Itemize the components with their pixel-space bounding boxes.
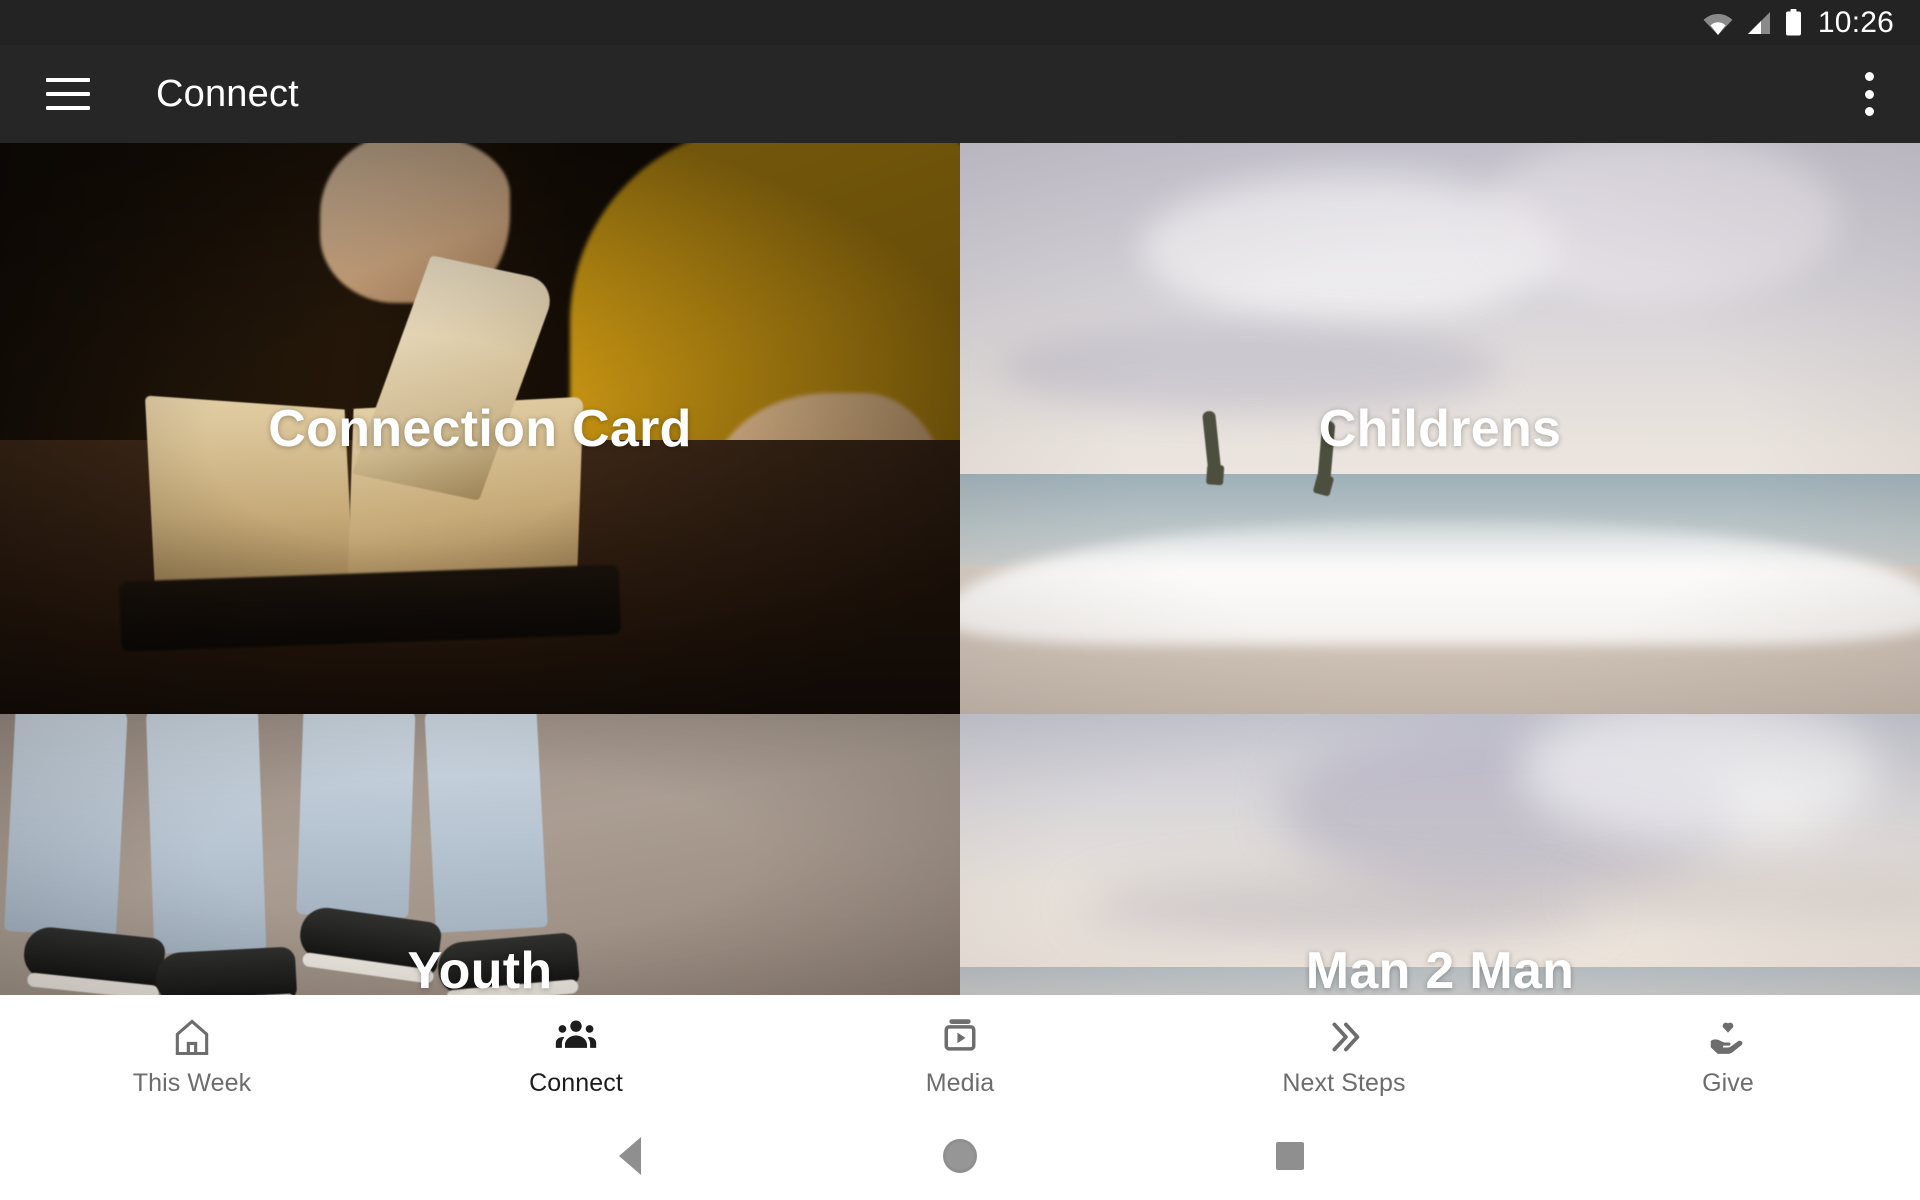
app-bar: Connect bbox=[0, 45, 1920, 143]
tab-connect[interactable]: Connect bbox=[384, 995, 768, 1098]
tab-give[interactable]: Give bbox=[1536, 995, 1920, 1098]
android-system-navigation-bar bbox=[0, 1112, 1920, 1200]
tab-label: Next Steps bbox=[1282, 1069, 1406, 1097]
video-player-icon bbox=[938, 1013, 982, 1061]
people-group-icon bbox=[554, 1013, 598, 1061]
tile-man-2-man[interactable]: Man 2 Man bbox=[960, 714, 1920, 995]
tab-label: Give bbox=[1702, 1069, 1754, 1097]
hamburger-menu-icon[interactable] bbox=[46, 78, 90, 110]
tile-connection-card[interactable]: Connection Card bbox=[0, 143, 960, 714]
status-icon-group bbox=[1703, 9, 1802, 36]
tile-label: Childrens bbox=[1318, 399, 1562, 458]
app-screen: 10:26 Connect Connection Card Childrens … bbox=[0, 0, 1920, 1200]
tab-label: Connect bbox=[529, 1069, 623, 1097]
recents-square-icon bbox=[1276, 1142, 1304, 1170]
wifi-icon bbox=[1703, 13, 1733, 35]
overflow-dot-3 bbox=[1864, 107, 1874, 116]
cell-signal-icon bbox=[1747, 11, 1770, 34]
tile-childrens[interactable]: Childrens bbox=[960, 143, 1920, 714]
hamburger-bar-2 bbox=[46, 92, 90, 96]
hand-holding-heart-icon bbox=[1706, 1013, 1750, 1061]
tab-label: Media bbox=[925, 1069, 995, 1097]
system-recents-button[interactable] bbox=[1125, 1142, 1455, 1170]
hamburger-bar-1 bbox=[46, 78, 90, 82]
battery-icon bbox=[1785, 9, 1801, 36]
tile-label: Man 2 Man bbox=[1305, 942, 1575, 995]
more-vertical-icon[interactable] bbox=[1864, 72, 1874, 116]
bottom-tab-bar: This Week Connect Media Next Steps Give bbox=[0, 995, 1920, 1112]
system-home-button[interactable] bbox=[795, 1139, 1125, 1173]
tab-label: This Week bbox=[132, 1069, 252, 1097]
double-chevron-right-icon bbox=[1321, 1013, 1367, 1061]
home-circle-icon bbox=[943, 1139, 977, 1173]
tile-youth[interactable]: Youth bbox=[0, 714, 960, 995]
tab-next-steps[interactable]: Next Steps bbox=[1152, 995, 1536, 1098]
back-triangle-icon bbox=[619, 1137, 641, 1175]
connect-tile-grid: Connection Card Childrens Youth Man 2 Ma… bbox=[0, 143, 1920, 995]
system-back-button[interactable] bbox=[465, 1137, 795, 1175]
overflow-dot-2 bbox=[1864, 89, 1874, 99]
tab-this-week[interactable]: This Week bbox=[0, 995, 384, 1098]
tile-label: Youth bbox=[407, 942, 553, 995]
tile-label: Connection Card bbox=[268, 399, 692, 458]
home-icon bbox=[170, 1013, 214, 1061]
status-bar-clock: 10:26 bbox=[1817, 5, 1894, 39]
status-bar: 10:26 bbox=[0, 0, 1920, 45]
hamburger-bar-3 bbox=[46, 106, 90, 110]
tab-media[interactable]: Media bbox=[768, 995, 1152, 1098]
page-title: Connect bbox=[156, 72, 299, 115]
overflow-dot-1 bbox=[1864, 72, 1874, 81]
